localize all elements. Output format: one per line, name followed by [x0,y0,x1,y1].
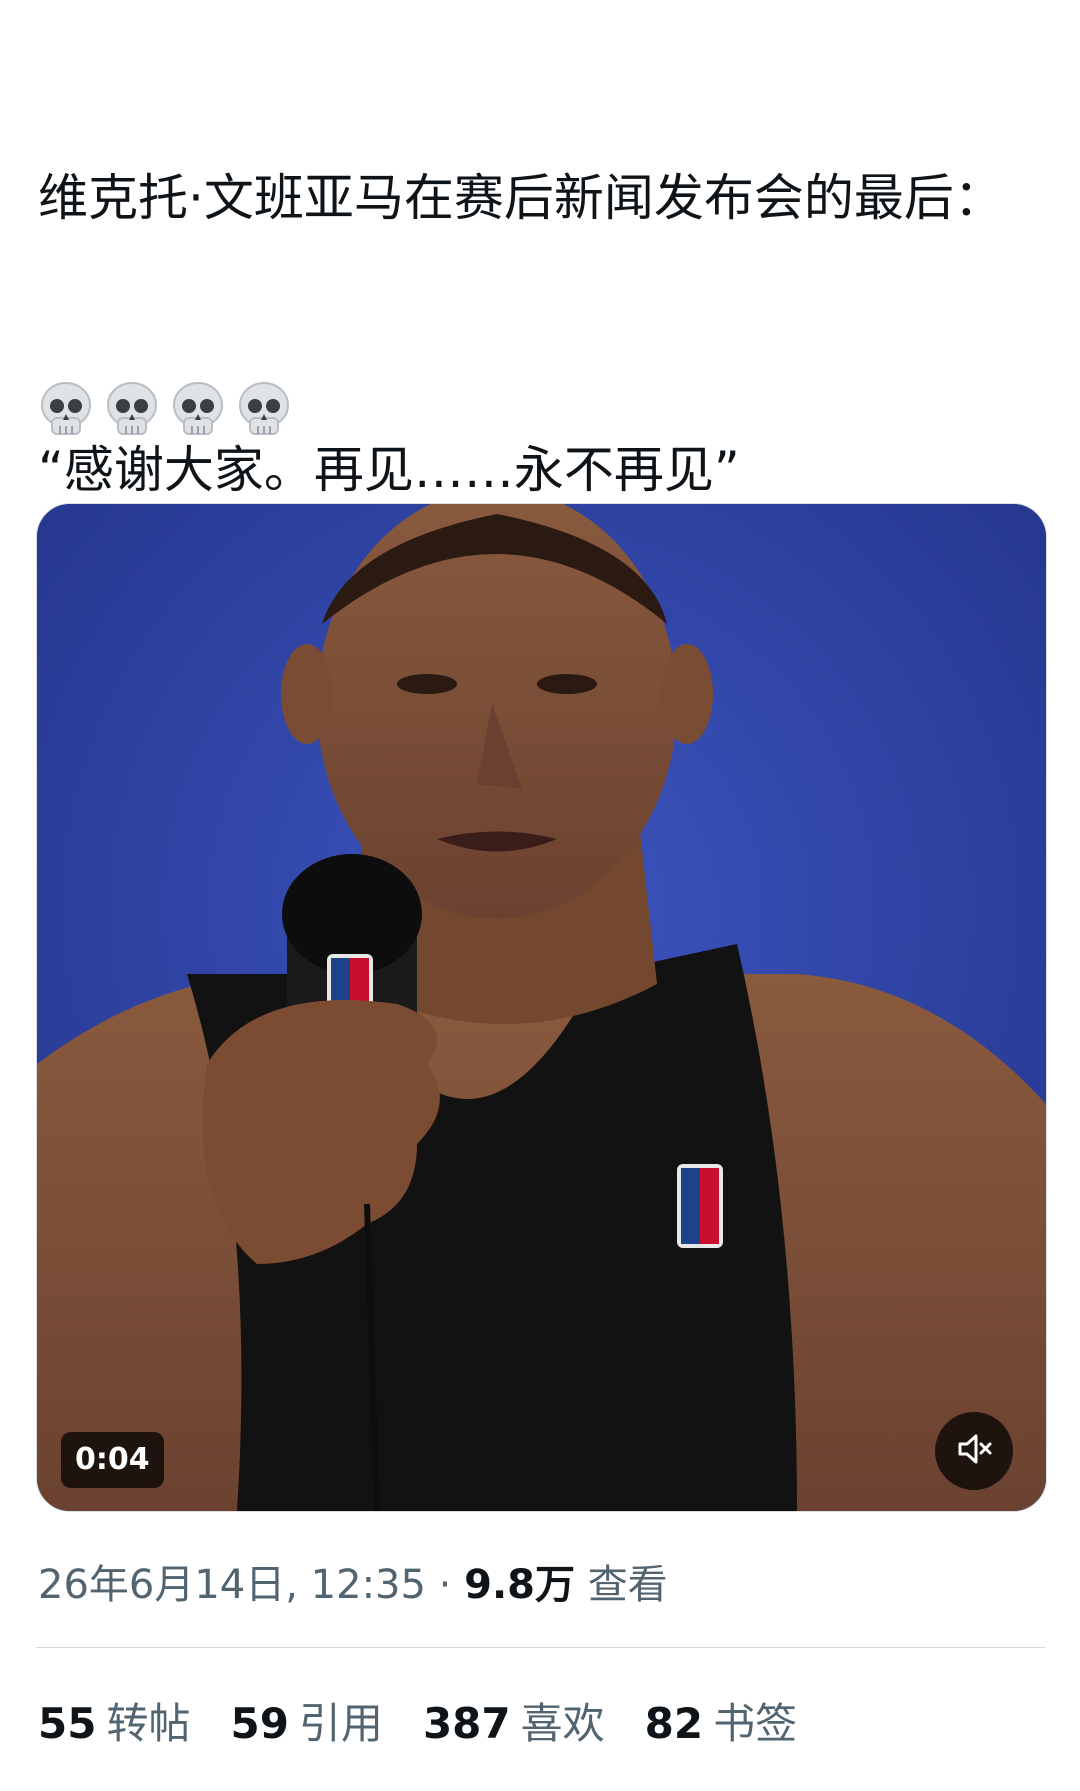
likes-count: 387 [422,1699,511,1748]
meta-separator: · [438,1562,452,1608]
reposts-label: 转帖 [106,1699,191,1748]
emoji-row [38,380,292,440]
video-frame [37,504,1046,1511]
reposts-count: 55 [38,1699,97,1748]
volume-muted-icon [954,1429,994,1473]
quotes-label: 引用 [298,1699,383,1748]
post-timestamp[interactable]: 26年6月14日, 12:35 [38,1562,426,1608]
video-duration: 0:04 [61,1432,164,1488]
likes-stat[interactable]: 387 喜欢 [423,1690,605,1751]
quotes-count: 59 [230,1699,289,1748]
post-text-line: 维克托·文班亚马在赛后新闻发布会的最后： [38,169,1004,227]
quotes-stat[interactable]: 59 引用 [230,1690,382,1751]
post-body: 维克托·文班亚马在赛后新闻发布会的最后： “感谢大家。再见……永不再见” [38,28,1038,572]
video-player[interactable]: 0:04 [36,503,1047,1512]
skull-emoji-icon [38,380,94,440]
views-count: 9.8万 [464,1562,575,1608]
skull-emoji-icon [104,380,160,440]
bookmarks-label: 书签 [713,1699,798,1748]
bookmarks-count: 82 [644,1699,704,1748]
mute-button[interactable] [935,1412,1013,1490]
likes-label: 喜欢 [520,1699,605,1748]
post-quote: “感谢大家。再见……永不再见” [38,441,740,499]
skull-emoji-icon [170,380,226,440]
divider [36,1647,1045,1648]
engagement-stats: 55 转帖 59 引用 387 喜欢 82 书签 [38,1690,797,1751]
post-meta: 26年6月14日, 12:35 · 9.8万 查看 [38,1552,668,1610]
skull-emoji-icon [236,380,292,440]
reposts-stat[interactable]: 55 转帖 [38,1690,190,1751]
bookmarks-stat[interactable]: 82 书签 [645,1690,797,1751]
views-label: 查看 [587,1562,668,1608]
